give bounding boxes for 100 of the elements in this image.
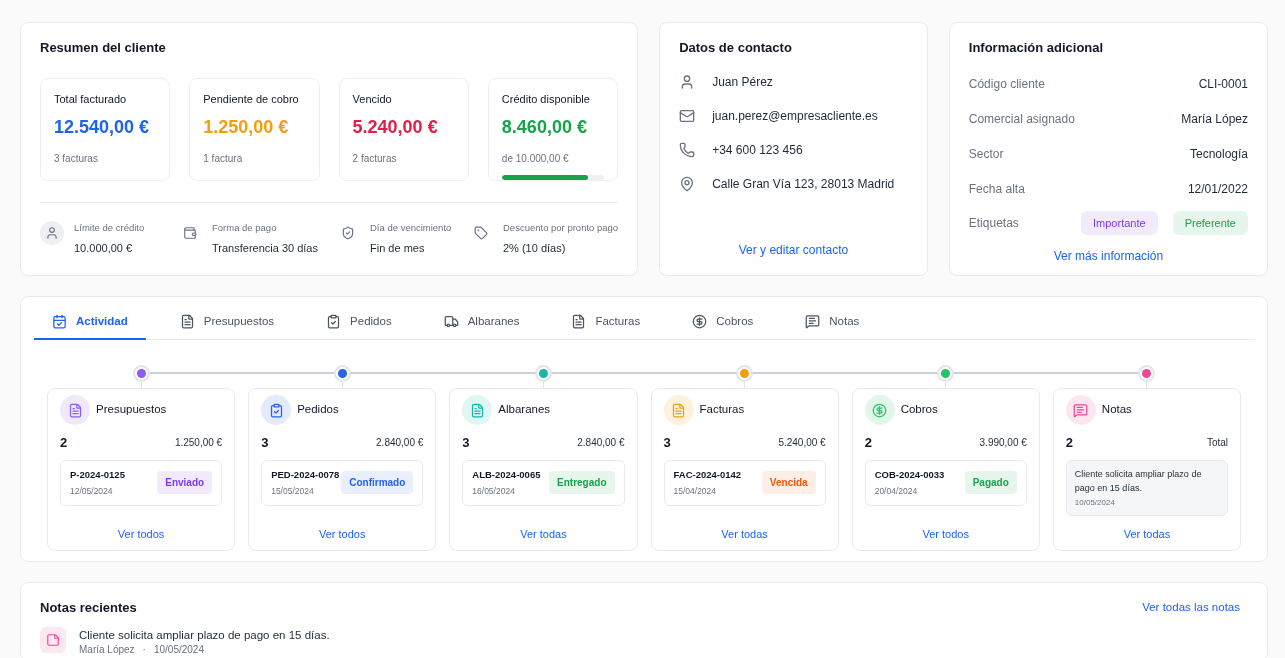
detail-value: 2% (10 días) xyxy=(503,240,567,256)
record-code: COB-2024-0033 xyxy=(874,467,945,482)
view-all-link[interactable]: Ver todos xyxy=(319,525,366,542)
card-title: Datos de contacto xyxy=(679,39,793,57)
sticky-note-icon xyxy=(46,632,60,647)
info-label: Comercial asignado xyxy=(968,110,1075,128)
status-badge: Confirmado xyxy=(341,471,414,494)
tab[interactable]: Facturas xyxy=(553,305,659,340)
note-text: Cliente solicita ampliar plazo de pago en 15 días. xyxy=(1074,467,1203,495)
info-value: 12/01/2022 xyxy=(1187,180,1248,198)
stage-amount: 5.240,00 € xyxy=(778,436,826,451)
record-card[interactable]: FAC-2024-0142 15/04/2024 Vencida xyxy=(663,459,826,506)
stage-amount: 2.840,00 € xyxy=(577,436,625,451)
record-date: 15/04/2024 xyxy=(673,484,718,498)
stage-count: 2 xyxy=(864,434,872,452)
detail-value: Transferencia 30 días xyxy=(212,240,318,256)
stage-title: Albaranes xyxy=(498,402,551,418)
document-icon xyxy=(67,402,83,418)
detail-label: Límite de crédito xyxy=(74,220,145,235)
info-label: Código cliente xyxy=(968,75,1045,93)
card-title: Información adicional xyxy=(968,39,1105,57)
clipboard-check-icon xyxy=(326,314,342,329)
record-card[interactable]: PED-2024-0078 15/05/2024 Confirmado xyxy=(261,459,424,506)
record-date: 15/05/2024 xyxy=(271,484,315,498)
info-label: Fecha alta xyxy=(968,180,1025,198)
stage-amount: 2.840,00 € xyxy=(376,436,424,451)
chat-note-icon xyxy=(1073,402,1089,418)
tab[interactable]: Pedidos xyxy=(308,305,410,340)
record-date: 12/05/2024 xyxy=(70,484,114,498)
metric-label: Vencido xyxy=(352,91,393,107)
record-date: 16/05/2024 xyxy=(472,484,516,498)
info-value: María López xyxy=(1181,110,1248,128)
record-code: PED-2024-0078 xyxy=(271,467,340,482)
dollar-coin-icon xyxy=(872,402,888,418)
stage-count: 3 xyxy=(261,434,269,452)
record-card[interactable]: COB-2024-0033 20/04/2024 Pagado xyxy=(864,459,1027,506)
info-value: CLI-0001 xyxy=(1198,75,1248,93)
record-card[interactable]: P-2024-0125 12/05/2024 Enviado xyxy=(60,459,223,506)
calendar-check-icon xyxy=(52,314,67,329)
status-badge: Enviado xyxy=(157,471,213,494)
detail-value: 10.000,00 € xyxy=(74,240,134,256)
tab[interactable]: Notas xyxy=(787,305,878,340)
metric-label: Crédito disponible xyxy=(501,91,591,107)
info-label: Sector xyxy=(968,145,1004,163)
stage-title: Notas xyxy=(1101,402,1132,418)
map-pin-icon xyxy=(679,175,696,192)
more-info-link[interactable]: Ver más información xyxy=(1053,247,1164,265)
contact-text: Juan Pérez xyxy=(712,73,773,91)
user-icon xyxy=(45,225,59,240)
tab[interactable]: Albaranes xyxy=(425,305,538,340)
wallet-icon xyxy=(183,225,197,240)
info-value: Tecnología xyxy=(1189,145,1248,163)
view-all-notes-link[interactable]: Ver todas las notas xyxy=(1142,599,1240,617)
clipboard-check-icon xyxy=(268,402,284,418)
note-date: 10/05/2024 xyxy=(1074,496,1116,509)
metric-note: 1 factura xyxy=(203,152,244,166)
stage-count: 2 xyxy=(60,434,68,452)
metric-note: de 10.000,00 € xyxy=(501,152,570,166)
metric-note: 3 facturas xyxy=(54,152,99,166)
stage-title: Facturas xyxy=(699,402,745,418)
document-icon xyxy=(179,314,195,329)
tag-icon xyxy=(474,225,488,240)
separator-dot: · xyxy=(142,643,146,656)
tab[interactable]: Cobros xyxy=(674,305,772,340)
phone-icon xyxy=(679,141,696,158)
document-icon xyxy=(571,314,587,329)
mail-icon xyxy=(679,107,696,124)
stage-title: Cobros xyxy=(900,402,938,418)
metric-value: 8.460,00 € xyxy=(501,116,588,139)
document-icon xyxy=(469,402,485,418)
contact-text: Calle Gran Vía 123, 28013 Madrid xyxy=(712,175,895,193)
status-badge: Entregado xyxy=(549,471,615,494)
view-all-link[interactable]: Ver todas xyxy=(721,525,768,542)
record-code: FAC-2024-0142 xyxy=(673,467,742,482)
card-title: Resumen del cliente xyxy=(40,39,167,57)
stage-count: 3 xyxy=(462,434,470,452)
detail-label: Día de vencimiento xyxy=(370,220,452,235)
note-date: 10/05/2024 xyxy=(153,643,204,656)
edit-contact-link[interactable]: Ver y editar contacto xyxy=(738,241,849,259)
card-title: Notas recientes xyxy=(40,599,137,617)
info-label: Etiquetas xyxy=(968,214,1020,232)
detail-label: Forma de pago xyxy=(212,220,278,235)
stage-amount: Total xyxy=(1206,436,1228,451)
view-all-link[interactable]: Ver todas xyxy=(1123,525,1171,542)
record-card[interactable]: ALB-2024-0065 16/05/2024 Entregado xyxy=(462,459,625,506)
metric-value: 5.240,00 € xyxy=(352,116,439,139)
view-all-link[interactable]: Ver todas xyxy=(520,525,567,542)
stage-count: 3 xyxy=(663,434,671,452)
tab[interactable]: Actividad xyxy=(34,305,146,340)
tab[interactable]: Presupuestos xyxy=(161,305,293,340)
note-text: Cliente solicita ampliar plazo de pago en 15 días. xyxy=(79,627,330,643)
note-author: María López xyxy=(79,643,135,656)
record-code: P-2024-0125 xyxy=(70,467,125,482)
stage-title: Pedidos xyxy=(297,402,339,418)
view-all-link[interactable]: Ver todos xyxy=(922,525,969,542)
view-all-link[interactable]: Ver todos xyxy=(117,525,165,542)
tag-badge: Preferente xyxy=(1172,210,1248,235)
dollar-coin-icon xyxy=(692,314,708,329)
status-badge: Vencida xyxy=(761,471,816,494)
record-date: 20/04/2024 xyxy=(874,484,919,498)
